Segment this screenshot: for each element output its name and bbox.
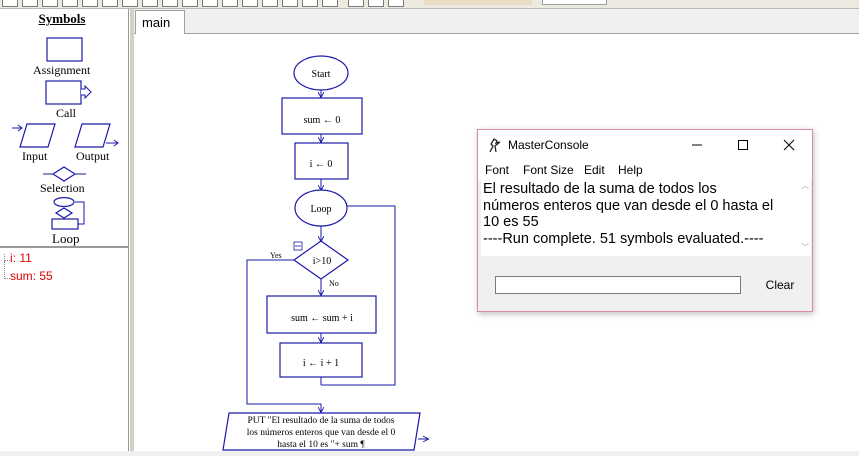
console-output[interactable]: El resultado de la suma de todos los núm…: [481, 180, 799, 256]
variable-item: i: 11: [10, 251, 32, 265]
toolbar-button[interactable]: [322, 0, 338, 7]
output-scrollbar[interactable]: ︿ ﹀: [799, 180, 811, 256]
close-button[interactable]: [766, 130, 812, 160]
assignment-label: sum ← 0: [304, 115, 341, 126]
console-title: MasterConsole: [508, 138, 589, 152]
variable-item: sum: 55: [10, 269, 53, 283]
call-icon[interactable]: [45, 80, 93, 106]
symbols-title: Symbols: [38, 11, 86, 26]
symbol-label-output: Output: [76, 149, 110, 163]
toolbar-button[interactable]: [102, 0, 118, 7]
toolbar-button[interactable]: [82, 0, 98, 7]
yes-exit-arrow: [246, 259, 321, 412]
toolbar-button[interactable]: [22, 0, 38, 7]
clear-button[interactable]: Clear: [749, 274, 811, 297]
input-icon[interactable]: [12, 123, 58, 149]
start-label: Start: [312, 69, 331, 80]
toolbar-button[interactable]: [62, 0, 78, 7]
console-input[interactable]: [495, 276, 741, 294]
toolbar-button[interactable]: [2, 0, 18, 7]
toolbar-button[interactable]: [262, 0, 278, 7]
selection-icon[interactable]: [42, 166, 88, 182]
toolbar-button[interactable]: [42, 0, 58, 7]
output-line: El resultado de la suma de todos los: [483, 181, 717, 197]
symbol-label-loop: Loop: [52, 231, 80, 246]
toolbar-button[interactable]: [242, 0, 258, 7]
close-icon: [783, 139, 795, 151]
toolbar-button[interactable]: [222, 0, 238, 7]
tab-main[interactable]: main: [135, 10, 185, 35]
toolbar: [0, 0, 859, 9]
loop-icon[interactable]: [42, 197, 88, 231]
toolbar-button[interactable]: [388, 0, 404, 7]
assignment-label: sum ← sum + i: [291, 313, 353, 324]
raptor-app-icon: [489, 138, 501, 153]
speed-slider[interactable]: [424, 0, 532, 5]
symbols-panel: Symbols Assignment Call Input Output Sel…: [0, 9, 129, 246]
no-branch-label: No: [329, 279, 339, 288]
menu-edit[interactable]: Edit: [584, 163, 605, 177]
toolbar-button[interactable]: [368, 0, 384, 7]
toolbar-button[interactable]: [122, 0, 138, 7]
tab-strip: [134, 9, 859, 34]
symbol-label-call: Call: [56, 106, 76, 120]
loop-label: Loop: [310, 204, 331, 215]
toolbar-button[interactable]: [348, 0, 364, 7]
output-line: 10 es 55: [483, 214, 539, 230]
toolbar-button[interactable]: [142, 0, 158, 7]
output-icon[interactable]: [74, 123, 120, 149]
output-label-line: hasta el 10 es "+ sum ¶: [277, 440, 365, 450]
scroll-down-icon[interactable]: ﹀: [800, 242, 810, 253]
symbol-label-input: Input: [22, 149, 48, 163]
toolbar-button[interactable]: [282, 0, 298, 7]
assignment-label: i ← i + 1: [303, 358, 339, 369]
symbol-label-assignment: Assignment: [33, 63, 91, 77]
decision-label: i>10: [313, 256, 331, 267]
output-line: números enteros que van desde el 0 hasta…: [483, 197, 774, 214]
toolbar-field[interactable]: [542, 0, 607, 5]
symbol-label-selection: Selection: [40, 181, 85, 195]
assignment-icon[interactable]: [46, 37, 84, 63]
variables-panel: i: 11 sum: 55: [0, 246, 129, 451]
toolbar-button[interactable]: [162, 0, 178, 7]
scroll-up-icon[interactable]: ︿: [800, 180, 810, 191]
menu-help[interactable]: Help: [618, 163, 643, 177]
console-menubar: Font Font Size Edit Help: [478, 160, 812, 180]
output-label-line: PUT "El resultado de la suma de todos: [248, 416, 395, 426]
maximize-button[interactable]: [720, 130, 766, 160]
output-label-line: los números enteros que van desde el 0: [247, 428, 396, 438]
toolbar-button[interactable]: [302, 0, 318, 7]
assignment-label: i ← 0: [310, 159, 333, 170]
toolbar-button[interactable]: [202, 0, 218, 7]
menu-font-size[interactable]: Font Size: [523, 163, 574, 177]
menu-font[interactable]: Font: [485, 163, 509, 177]
toolbar-button[interactable]: [182, 0, 198, 7]
yes-branch-label: Yes: [270, 251, 282, 260]
console-titlebar[interactable]: MasterConsole: [478, 130, 812, 160]
master-console-window: MasterConsole Font Font Size Edit Help E…: [477, 129, 813, 312]
minimize-button[interactable]: [674, 130, 720, 160]
maximize-icon: [738, 140, 748, 150]
output-line: ----Run complete. 51 symbols evaluated.-…: [483, 230, 764, 247]
minimize-icon: [692, 144, 702, 146]
